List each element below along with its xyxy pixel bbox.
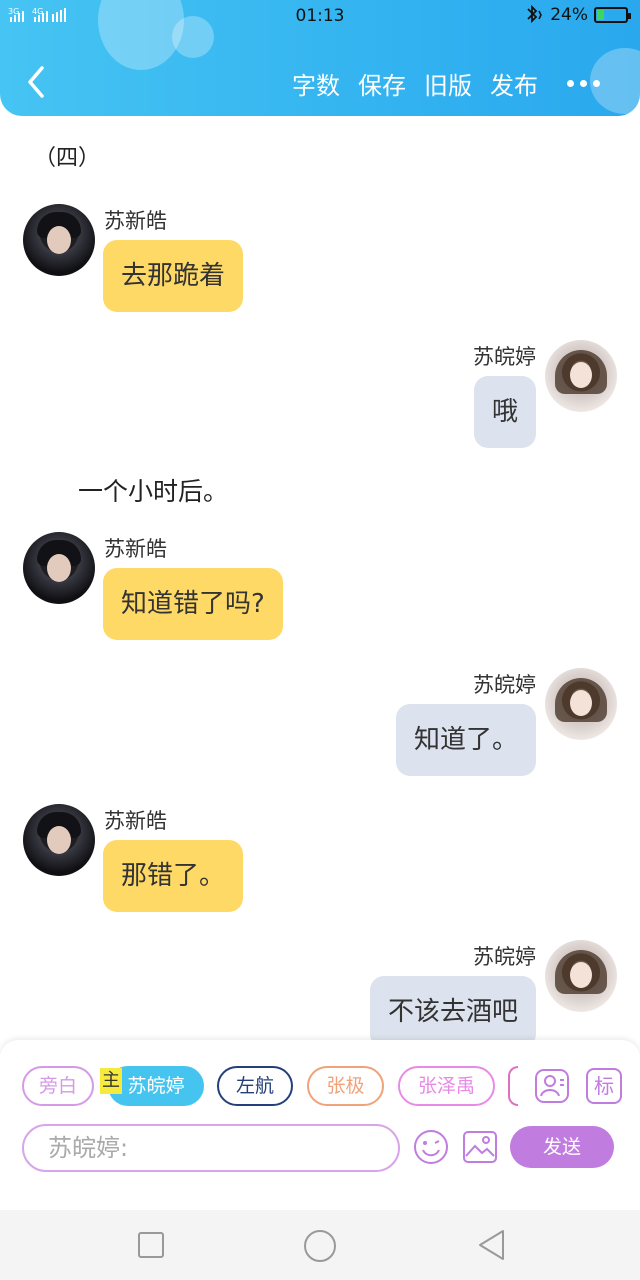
bluetooth-vibrate-icon — [527, 5, 543, 24]
mark-button[interactable]: 标 — [586, 1068, 622, 1104]
avatar[interactable] — [23, 804, 95, 876]
back-icon[interactable] — [22, 62, 48, 102]
message-input[interactable]: 苏皖婷: — [22, 1124, 400, 1172]
chat-bubble[interactable]: 知道错了吗? — [103, 568, 283, 640]
avatar[interactable] — [545, 340, 617, 412]
battery-level — [597, 10, 604, 20]
sender-name: 苏新皓 — [104, 537, 167, 561]
chapter-title: （四） — [34, 146, 101, 171]
composer-panel: 旁白 主 苏皖婷 左航 张极 张泽禹 标 苏皖婷: 发送 — [0, 1040, 640, 1210]
narration-text: 一个小时后。 — [78, 477, 229, 506]
send-button[interactable]: 发送 — [510, 1126, 614, 1168]
image-icon[interactable] — [462, 1129, 498, 1165]
circle-icon[interactable] — [302, 1228, 338, 1264]
role-chip-partial[interactable] — [508, 1066, 518, 1106]
chat-bubble[interactable]: 那错了。 — [103, 840, 244, 912]
save-button[interactable]: 保存 — [358, 66, 406, 101]
sender-name: 苏皖婷 — [473, 345, 536, 369]
sender-name: 苏新皓 — [104, 809, 167, 833]
sender-name: 苏皖婷 — [473, 673, 536, 697]
avatar[interactable] — [23, 532, 95, 604]
sender-name: 苏皖婷 — [473, 945, 536, 969]
battery-percent: 24% — [550, 5, 588, 25]
mark-label: 标 — [594, 1074, 614, 1098]
status-bar: 3G 4G 01:13 24% — [0, 0, 640, 34]
status-right: 24% — [522, 5, 631, 25]
role-chip[interactable]: 张泽禹 — [398, 1066, 495, 1106]
role-chip-active[interactable]: 苏皖婷 — [108, 1066, 204, 1106]
role-chip[interactable]: 张极 — [307, 1066, 384, 1106]
main-role-tag: 主 — [100, 1068, 122, 1094]
chat-bubble[interactable]: 不该去酒吧 — [369, 976, 536, 1048]
triangle-back-icon[interactable] — [476, 1228, 508, 1262]
avatar[interactable] — [545, 940, 617, 1012]
old-version-button[interactable]: 旧版 — [424, 66, 472, 101]
more-icon[interactable] — [567, 80, 600, 87]
role-chip-narrator[interactable]: 旁白 — [22, 1066, 94, 1106]
sender-name: 苏新皓 — [104, 209, 167, 233]
toolbar-actions: 字数 保存 旧版 发布 — [292, 66, 538, 101]
avatar[interactable] — [23, 204, 95, 276]
person-icon[interactable] — [534, 1068, 570, 1104]
chat-bubble[interactable]: 知道了。 — [395, 704, 536, 776]
avatar[interactable] — [545, 668, 617, 740]
toolbar: 字数 保存 旧版 发布 — [0, 58, 640, 108]
top-header: 3G 4G 01:13 24% 字数 保存 旧版 发布 — [0, 0, 640, 116]
square-icon[interactable] — [136, 1230, 166, 1260]
publish-button[interactable]: 发布 — [490, 66, 538, 101]
role-chip[interactable]: 左航 — [217, 1066, 293, 1106]
battery-icon — [594, 7, 631, 23]
chat-bubble[interactable]: 去那跪着 — [103, 240, 244, 312]
word-count-button[interactable]: 字数 — [292, 66, 340, 101]
chat-bubble[interactable]: 哦 — [473, 376, 536, 448]
smile-icon[interactable] — [412, 1128, 450, 1166]
system-navigation-bar — [0, 1210, 640, 1280]
